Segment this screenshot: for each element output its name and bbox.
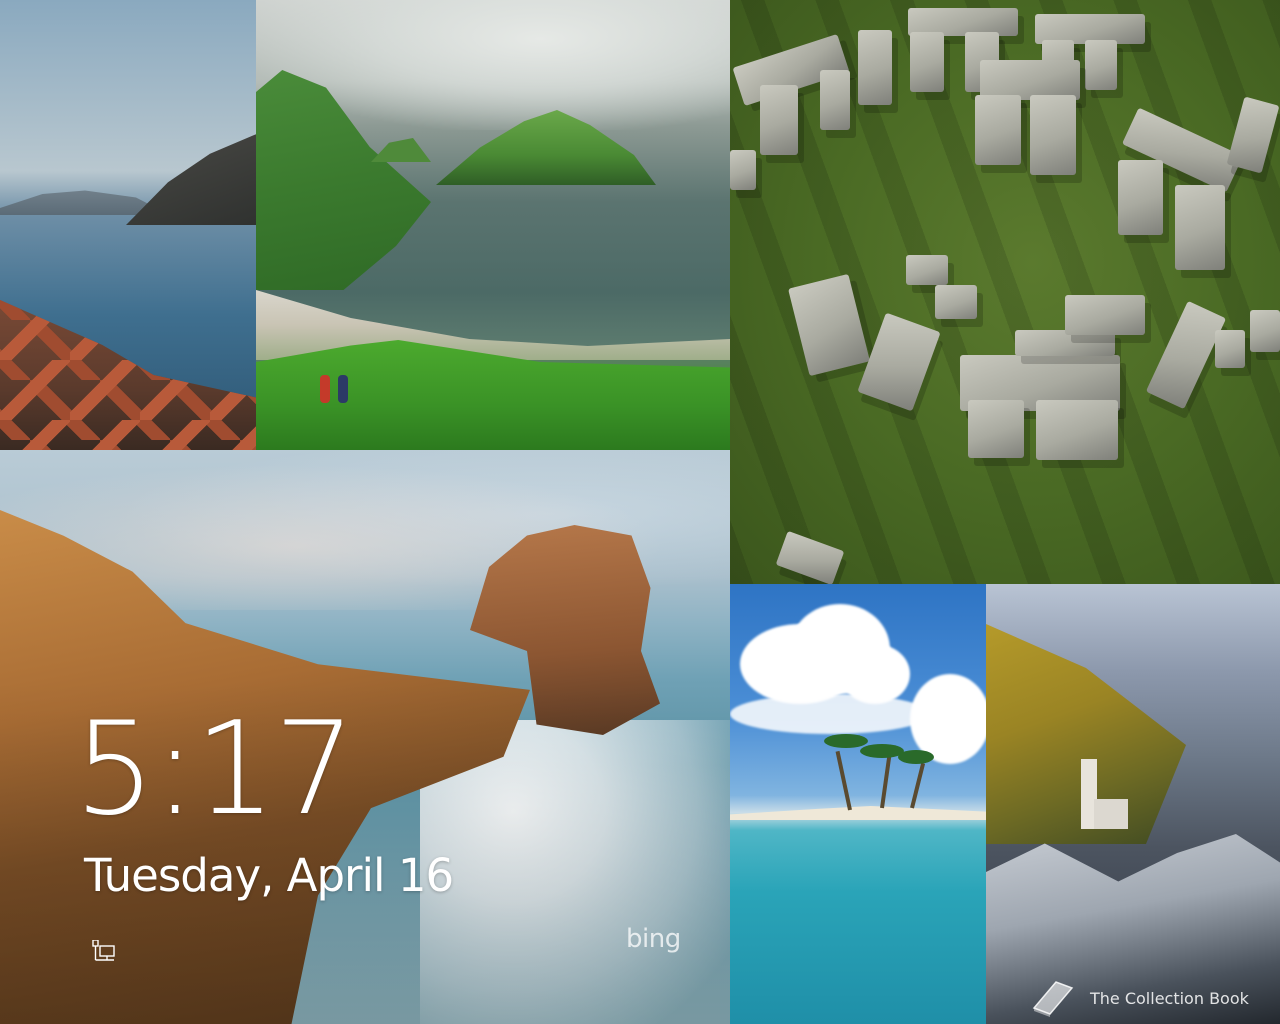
- stone: [935, 285, 977, 319]
- hiker: [338, 375, 348, 403]
- palm-frond: [824, 734, 868, 748]
- credit-text: The Collection Book: [1090, 988, 1249, 1008]
- cloud: [730, 694, 930, 734]
- stone: [1175, 185, 1225, 270]
- photo-tile-stonehenge: b: [730, 0, 1280, 584]
- stone: [858, 30, 892, 105]
- bing-watermark: bing: [626, 924, 681, 954]
- palm-frond: [898, 750, 934, 764]
- stone: [1036, 400, 1118, 460]
- photo-tile-lake-islands: bi: [256, 0, 730, 450]
- stone: [1226, 96, 1280, 174]
- stone: [820, 70, 850, 130]
- stone: [975, 95, 1021, 165]
- stone: [788, 273, 870, 377]
- stone: [1030, 95, 1076, 175]
- stone: [980, 60, 1080, 100]
- stone: [906, 255, 948, 285]
- stone: [730, 150, 756, 190]
- hiker: [320, 375, 330, 403]
- beach: [256, 290, 730, 360]
- photo-tile-tropical-island: [730, 584, 986, 1024]
- stone: [775, 530, 845, 584]
- lock-screen[interactable]: bi b: [0, 0, 1280, 1024]
- palm-trunk: [910, 762, 926, 809]
- island-sand: [730, 806, 986, 820]
- stone: [1065, 295, 1145, 335]
- photo-tile-coastal-village: [0, 0, 256, 450]
- book-icon: [1032, 981, 1074, 1017]
- small-island: [371, 138, 431, 162]
- stone: [968, 400, 1024, 458]
- stone: [857, 312, 941, 412]
- stone: [1085, 40, 1117, 90]
- photo-tile-alpine-valley: [986, 584, 1280, 1024]
- stone: [1215, 330, 1245, 368]
- hillside: [126, 130, 256, 225]
- stone: [1118, 160, 1163, 235]
- credit: The Collection Book: [1030, 978, 1249, 1018]
- stone: [1250, 310, 1280, 352]
- stone: [760, 85, 798, 155]
- lock-screen-date: Tuesday, April 16: [84, 849, 454, 902]
- lock-screen-time: 5:17: [74, 695, 355, 844]
- church: [1094, 799, 1128, 829]
- palm-trunk: [835, 750, 852, 811]
- stone: [910, 32, 944, 92]
- village-roofs: [0, 300, 256, 450]
- network-wired-icon: [92, 940, 115, 961]
- palm-trunk: [880, 756, 892, 809]
